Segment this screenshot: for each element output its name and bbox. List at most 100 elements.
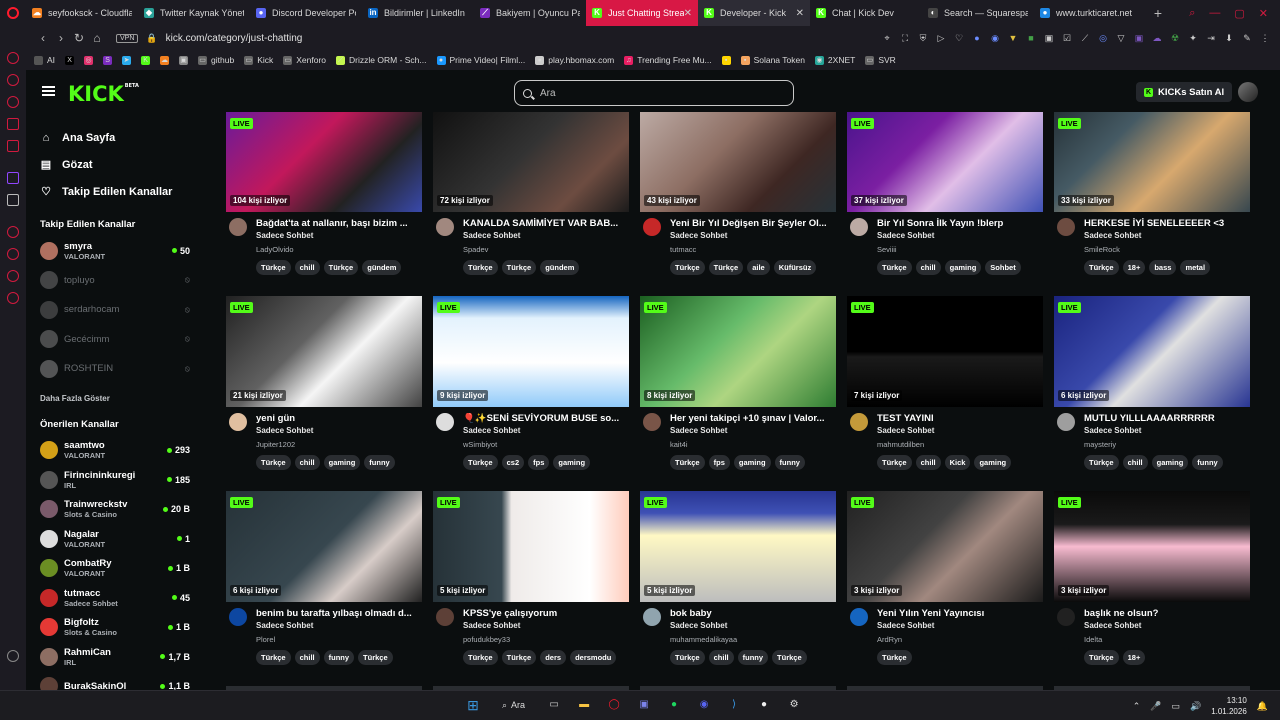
bookmark-item[interactable]: ◎ [84,55,94,65]
stream-tag[interactable]: gaming [1151,455,1189,470]
tab-close-icon[interactable]: ✕ [684,8,692,19]
stream-tag[interactable]: funny [1192,455,1223,470]
stream-thumbnail[interactable]: LIVE 5 kişi izliyor [640,491,836,602]
back-button[interactable]: ‹ [34,31,52,45]
menu-icon[interactable]: ⋮ [1260,33,1270,43]
search-tabs-icon[interactable]: ⌕ [1189,7,1195,20]
stream-thumbnail[interactable]: LIVE 6 kişi izliyor [1054,296,1250,407]
opera-sidebar-icon[interactable] [7,140,19,152]
stream-thumbnail[interactable]: LIVE 3 kişi izliyor [847,491,1043,602]
stream-title[interactable]: yeni gün [256,413,422,424]
channel-item[interactable]: ROSHTEIN ⦸ [26,354,202,384]
stream-tag[interactable]: Türkçe [501,260,537,275]
streamer-name[interactable]: tutmacc [670,245,696,254]
stream-tag[interactable]: 18+ [1122,260,1146,275]
extension-icon[interactable]: ◎ [1098,33,1108,43]
teams-icon[interactable]: ▣ [635,696,653,714]
browser-tab[interactable]: ◆ Twitter Kaynak Yönet [138,0,250,26]
stream-tag[interactable]: Türkçe [1084,650,1119,665]
stream-tag[interactable]: Türkçe [877,455,912,470]
twitch-icon[interactable] [7,172,19,184]
new-tab-button[interactable]: + [1146,5,1170,21]
channel-item[interactable]: tutmacc Sadece Sohbet 45 [26,583,202,613]
stream-thumbnail[interactable]: LIVE 8 kişi izliyor [640,296,836,407]
stream-tag[interactable]: Türkçe [877,650,912,665]
extension-icon[interactable]: ▼ [1008,33,1018,43]
taskbar-search[interactable]: ⌕ Ara [494,700,533,711]
bookmark-item[interactable]: ● play.hbomax.com [535,55,614,65]
extension-icon[interactable]: ⇥ [1206,33,1216,43]
stream-tag[interactable]: Kick [944,455,971,470]
stream-thumbnail[interactable]: LIVE 37 kişi izliyor [847,112,1043,212]
browser-tab[interactable]: ⟋ Bakiyem | Oyuncu Pa [474,0,586,26]
streamer-avatar[interactable] [643,218,661,236]
microphone-icon[interactable]: 🎤 [1150,701,1161,712]
streamer-avatar[interactable] [850,413,868,431]
browser-tab[interactable]: K Developer - Kick ✕ [698,0,810,26]
stream-tag[interactable]: Türkçe [256,260,291,275]
streamer-avatar[interactable] [1057,608,1075,626]
volume-icon[interactable]: 🔊 [1190,701,1201,712]
kick-logo[interactable]: KICKBETA [68,82,139,106]
github-desktop-icon[interactable]: ● [755,696,773,714]
channel-item[interactable]: Trainwreckstv Slots & Casino 20 B [26,495,202,525]
stream-tag[interactable]: ders [540,650,567,665]
lock-icon[interactable]: 🔒 [146,33,157,44]
extension-icon[interactable]: ● [972,33,982,43]
stream-tag[interactable]: Türkçe [358,650,393,665]
stream-tag[interactable]: dersmodu [570,650,617,665]
stream-category[interactable]: Sadece Sohbet [1084,231,1141,240]
streamer-name[interactable]: Jupiter1202 [256,440,295,449]
streamer-name[interactable]: wSimbiyot [463,440,497,449]
opera-icon[interactable]: ◯ [605,696,623,714]
stream-thumbnail[interactable]: LIVE 6 kişi izliyor [226,491,422,602]
stream-tag[interactable]: Türkçe [670,650,705,665]
stream-tag[interactable]: cs2 [501,455,525,470]
app-icon[interactable]: ⚙ [785,696,803,714]
stream-title[interactable]: Yeni Yılın Yeni Yayıncısı [877,608,1043,619]
discord-icon[interactable]: ◉ [695,696,713,714]
stream-category[interactable]: Sadece Sohbet [256,621,313,630]
stream-title[interactable]: Her yeni takipçi +10 şınav | Valor... [670,413,836,424]
stream-tag[interactable]: Türkçe [1084,260,1119,275]
stream-thumbnail[interactable]: LIVE 3 kişi izliyor [1054,491,1250,602]
channel-item[interactable]: serdarhocam ⦸ [26,295,202,325]
streamer-name[interactable]: Idelta [1084,635,1102,644]
streamer-avatar[interactable] [643,413,661,431]
stream-tag[interactable]: chill [1122,455,1148,470]
bookmark-item[interactable]: ▭ github [198,55,234,65]
stream-title[interactable]: KANALDA SAMİMİYET VAR BAB... [463,218,629,229]
stream-category[interactable]: Sadece Sohbet [670,426,727,435]
bookmark-item[interactable]: ▪ Solana Token [740,55,805,65]
streamer-name[interactable]: Plorel [256,635,275,644]
pin-icon[interactable]: ⌖ [882,33,892,43]
stream-category[interactable]: Sadece Sohbet [463,231,520,240]
stream-tag[interactable]: Küfürsüz [773,260,817,275]
maximize-button[interactable]: ▢ [1234,7,1244,20]
stream-category[interactable]: Sadece Sohbet [256,231,313,240]
stream-tag[interactable]: funny [774,455,805,470]
stream-tag[interactable]: Türkçe [256,455,291,470]
stream-tag[interactable]: gaming [974,455,1012,470]
reload-button[interactable]: ↻ [70,31,88,45]
streamer-avatar[interactable] [229,413,247,431]
opera-sidebar-icon[interactable] [7,52,19,64]
stream-thumbnail[interactable]: LIVE 33 kişi izliyor [1054,112,1250,212]
bookmark-item[interactable]: ▭ SVR [865,55,896,65]
stream-thumbnail[interactable]: LIVE 9 kişi izliyor [433,296,629,407]
stream-tag[interactable]: chill [915,260,941,275]
streamer-name[interactable]: kait4i [670,440,688,449]
stream-tag[interactable]: Türkçe [463,260,498,275]
opera-sidebar-icon[interactable] [7,226,19,238]
stream-category[interactable]: Sadece Sohbet [670,621,727,630]
stream-title[interactable]: bok baby [670,608,836,619]
stream-tag[interactable]: Türkçe [463,650,498,665]
stream-tag[interactable]: chill [294,260,320,275]
bookmark-item[interactable]: ♫ Trending Free Mu... [624,55,712,65]
bookmark-item[interactable]: ▭ Xenforo [283,55,326,65]
browser-tab[interactable]: K Chat | Kick Dev [810,0,922,26]
stream-tag[interactable]: funny [364,455,395,470]
extension-icon[interactable]: ☁ [1152,33,1162,43]
opera-sidebar-icon[interactable] [7,74,19,86]
streamer-name[interactable]: muhammedalikayaa [670,635,737,644]
